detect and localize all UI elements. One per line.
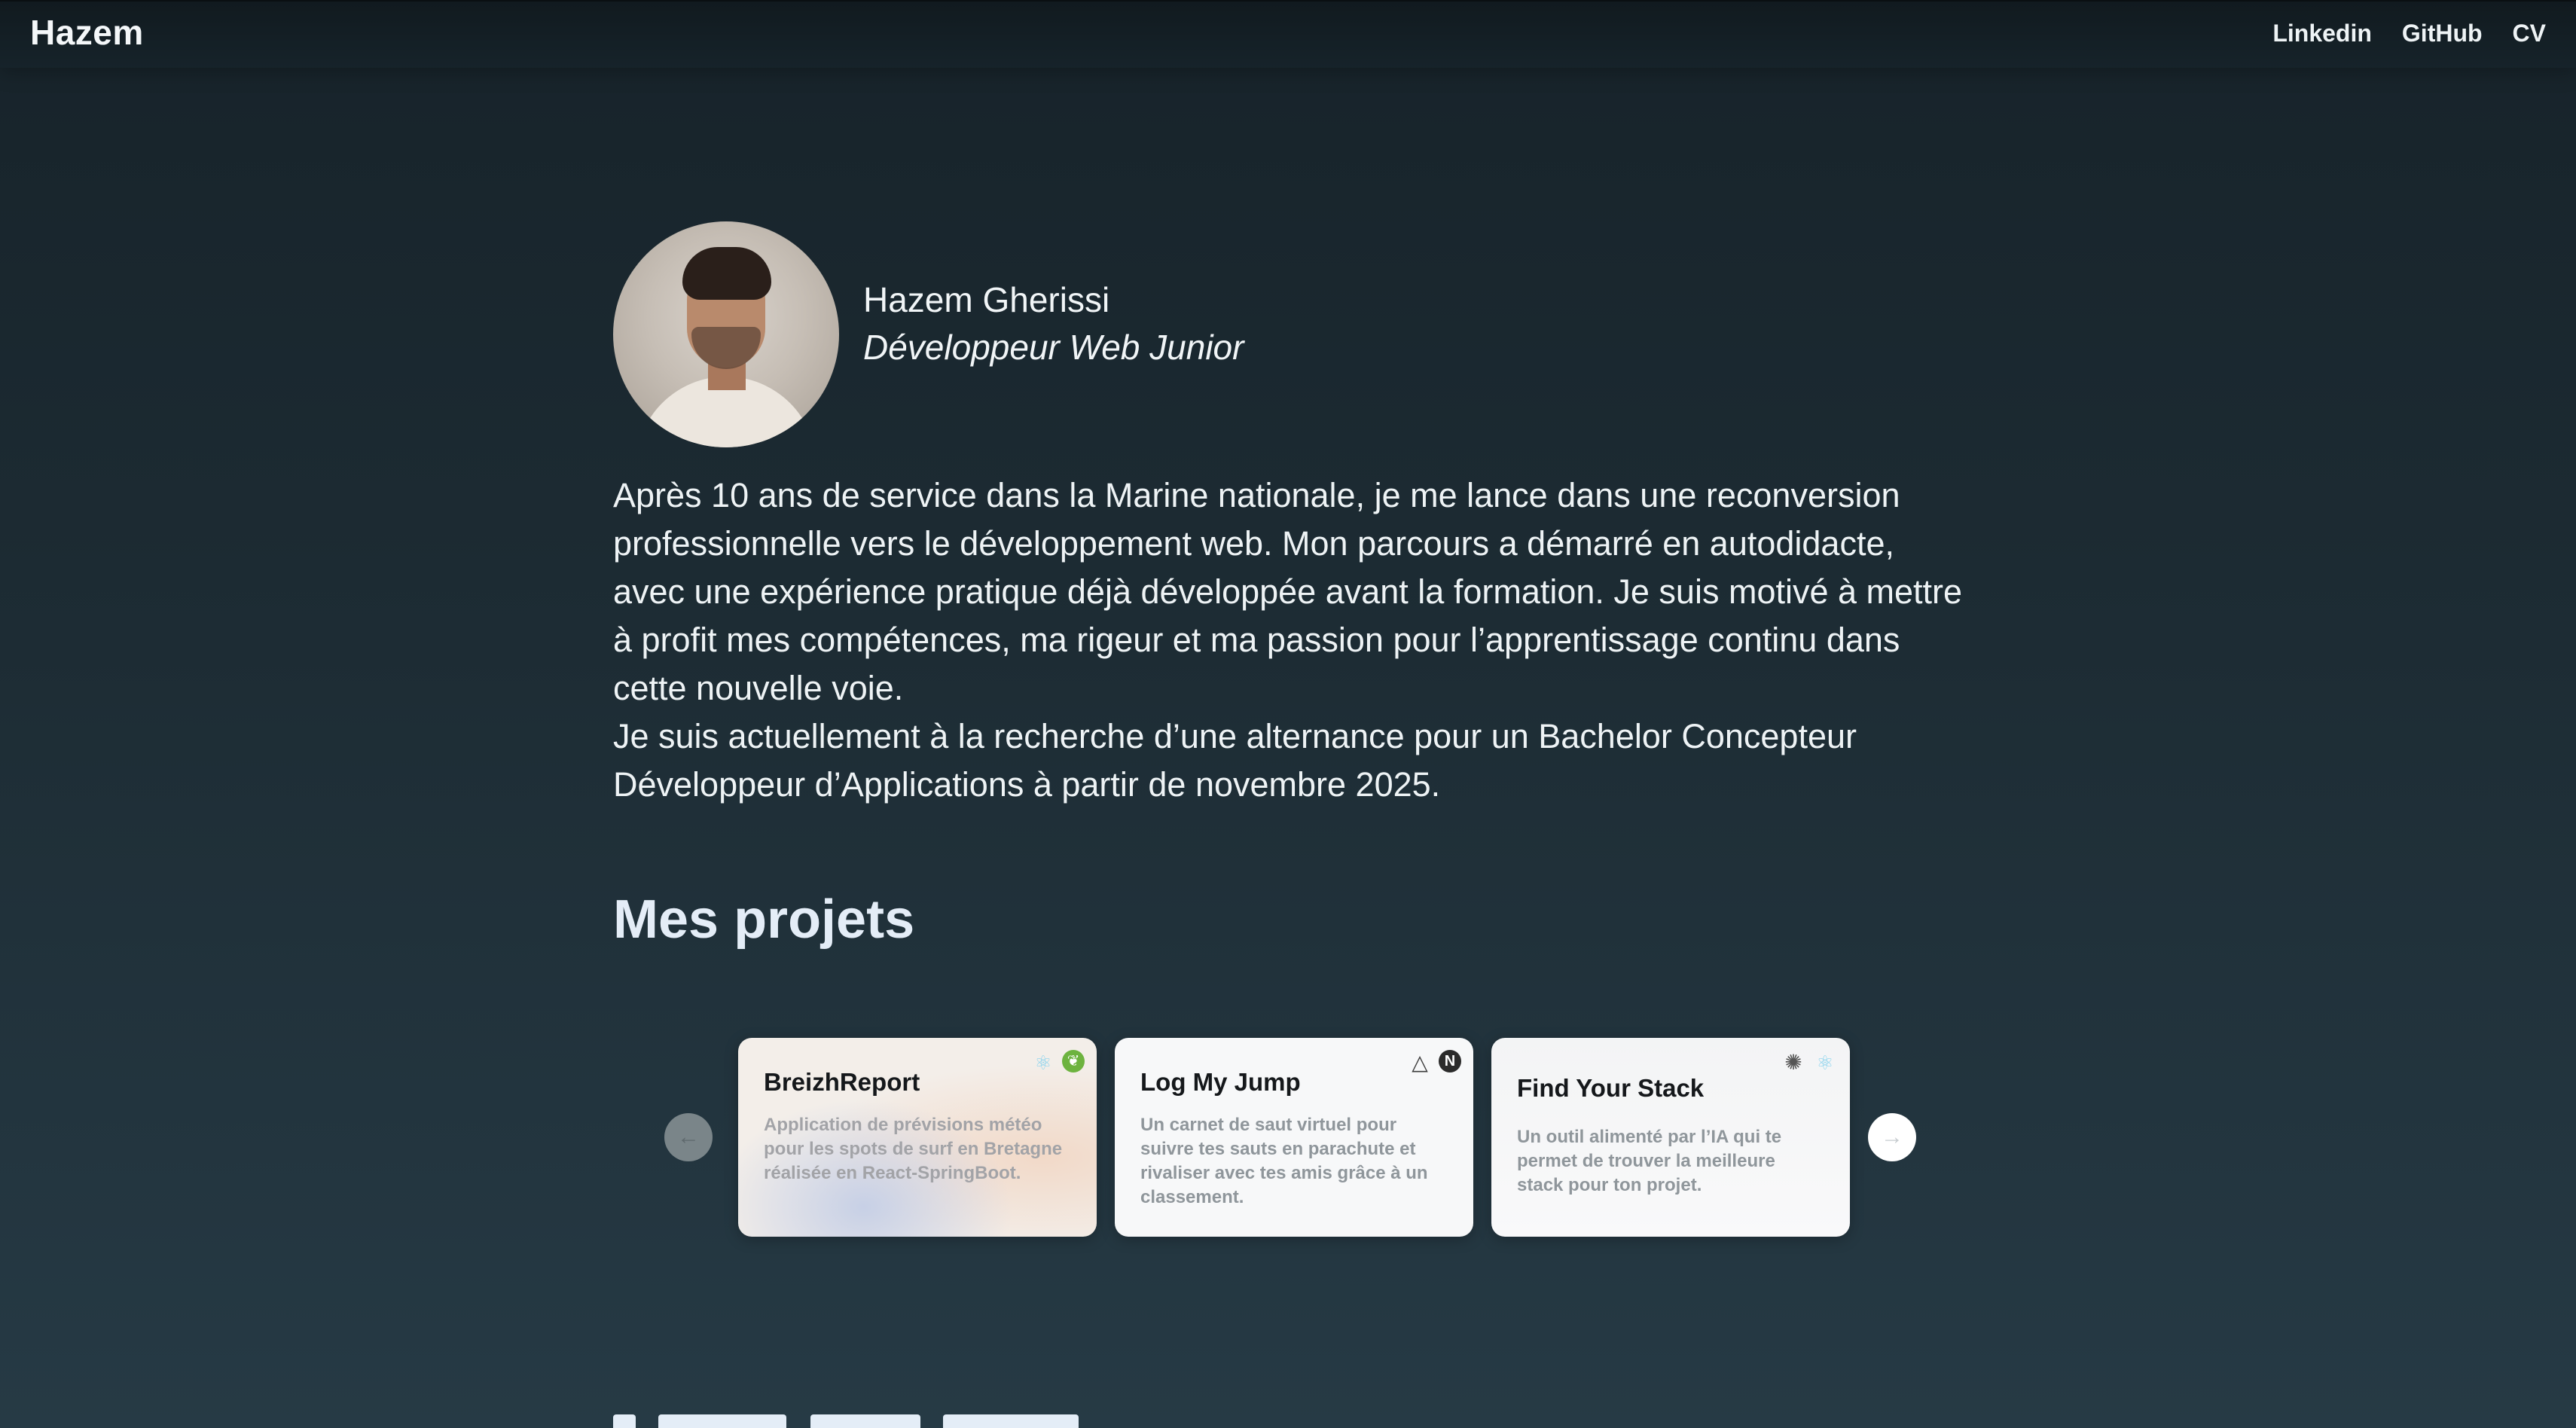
next-section-heading-peek [613, 1407, 1140, 1428]
nav-link-github[interactable]: GitHub [2402, 20, 2483, 47]
project-card-description: Un carnet de saut virtuel pour suivre te… [1140, 1115, 1428, 1207]
nav-link-cv[interactable]: CV [2513, 20, 2546, 47]
project-card-log-my-jump[interactable]: △ N Log My Jump Un carnet de saut virtue… [1115, 1038, 1473, 1237]
arrow-right-icon: → [1881, 1124, 1903, 1149]
carousel-prev-button[interactable]: ← [664, 1113, 713, 1161]
bio-text: Après 10 ans de service dans la Marine n… [613, 471, 1969, 809]
bio-paragraph-1: Après 10 ans de service dans la Marine n… [613, 476, 1963, 707]
spring-icon: ❦ [1062, 1050, 1085, 1073]
vercel-icon: △ [1412, 1051, 1428, 1074]
project-card-title: BreizhReport [764, 1068, 920, 1096]
project-card-title: Log My Jump [1140, 1068, 1301, 1096]
profile-name: Hazem Gherissi [863, 280, 1110, 319]
openai-icon: ✺ [1784, 1051, 1802, 1074]
card-tech-icons: ⚛ ❦ [1030, 1050, 1085, 1076]
nav-links: Linkedin GitHub CV [2272, 20, 2546, 47]
bio-paragraph-2: Je suis actuellement à la recherche d’un… [613, 717, 1857, 804]
avatar [613, 221, 839, 447]
nextjs-icon: N [1439, 1050, 1461, 1073]
project-card-breizhreport[interactable]: ⚛ ❦ BreizhReport Application de prévisio… [738, 1038, 1097, 1237]
projects-section-title: Mes projets [613, 889, 915, 950]
react-icon: ⚛ [1034, 1051, 1052, 1074]
react-icon: ⚛ [1816, 1051, 1834, 1074]
project-card-description: Application de prévisions météo pour les… [764, 1115, 1063, 1183]
top-navbar: Hazem Linkedin GitHub CV [0, 0, 2576, 68]
card-tech-icons: ✺ ⚛ [1781, 1050, 1838, 1076]
project-card-description: Un outil alimenté par l’IA qui te permet… [1517, 1127, 1782, 1195]
profile-header: Hazem Gherissi Développeur Web Junior [613, 221, 1244, 447]
arrow-left-icon: ← [677, 1124, 700, 1149]
profile-role: Développeur Web Junior [863, 328, 1244, 367]
project-card-title: Find Your Stack [1517, 1074, 1705, 1102]
project-card-find-your-stack[interactable]: ✺ ⚛ Find Your Stack Un outil alimenté pa… [1491, 1038, 1850, 1237]
carousel-next-button[interactable]: → [1868, 1113, 1916, 1161]
nav-link-linkedin[interactable]: Linkedin [2272, 20, 2372, 47]
brand-logo[interactable]: Hazem [30, 12, 144, 53]
name-block: Hazem Gherissi Développeur Web Junior [863, 276, 1244, 371]
card-tech-icons: △ N [1407, 1050, 1461, 1076]
